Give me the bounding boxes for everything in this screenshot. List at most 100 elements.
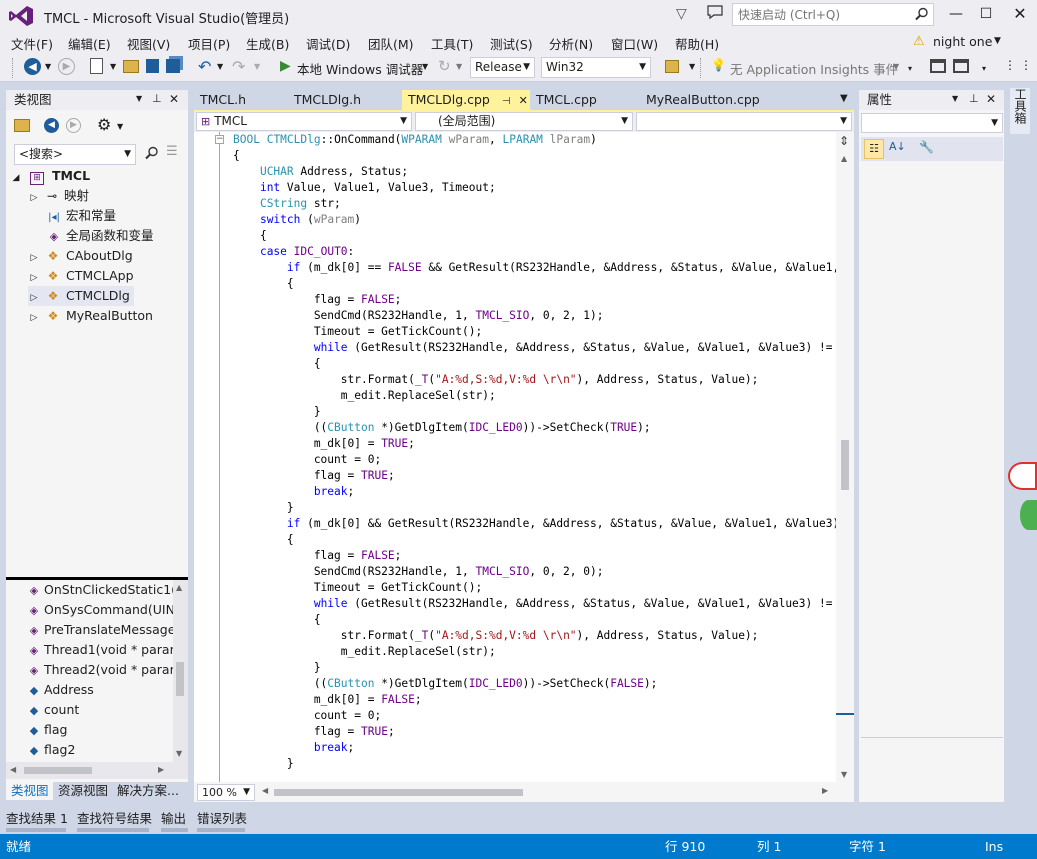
zoom-select[interactable]: 100 % ▼ xyxy=(197,784,255,801)
tab-class-view[interactable]: 类视图 xyxy=(6,782,53,800)
scroll-up-icon[interactable]: ▲ xyxy=(841,154,847,163)
code-editor[interactable]: − BOOL CTMCLDlg::OnCommand(WPARAM wParam… xyxy=(194,132,836,782)
undo-icon[interactable]: ↶ xyxy=(198,57,211,76)
floating-mascot-icon[interactable] xyxy=(1020,500,1037,530)
tab-tmcl-h[interactable]: TMCL.h xyxy=(194,90,288,110)
toolbar-overflow-icon[interactable]: ▾ xyxy=(908,64,912,73)
split-window-icon[interactable]: ⇕ xyxy=(839,134,849,148)
nav-scope-select[interactable]: (全局范围) ▼ xyxy=(415,112,633,131)
insights-label[interactable]: 无 Application Insights 事件 xyxy=(730,59,898,78)
tab-error-list[interactable]: 错误列表 xyxy=(197,808,247,827)
tab-find-results[interactable]: 查找结果 1 xyxy=(6,808,68,827)
tab-solution-explorer[interactable]: 解决方案... xyxy=(117,782,179,800)
menu-test[interactable]: 测试(S) xyxy=(490,34,533,53)
menu-help[interactable]: 帮助(H) xyxy=(675,34,719,53)
settings-dropdown-icon[interactable]: ▼ xyxy=(117,122,123,131)
quick-launch-box[interactable] xyxy=(732,3,934,26)
properties-object-select[interactable]: ▼ xyxy=(861,113,1003,133)
member-item[interactable]: ◆ count xyxy=(6,700,174,720)
menu-file[interactable]: 文件(F) xyxy=(11,34,53,53)
panel-dropdown-icon[interactable]: ▼ xyxy=(136,94,142,103)
class-view-folder-icon[interactable] xyxy=(14,119,30,132)
menu-tools[interactable]: 工具(T) xyxy=(431,34,473,53)
tree-item-maps[interactable]: ▷ ⊸ 映射 xyxy=(28,186,89,206)
editor-vscrollbar[interactable]: ⇕ ▲ ▼ xyxy=(836,132,854,782)
redo-icon[interactable]: ↷ xyxy=(232,57,245,76)
scroll-down-icon[interactable]: ▼ xyxy=(176,749,182,758)
nav-project-select[interactable]: ⊞ TMCL ▼ xyxy=(196,112,412,131)
undo-dropdown-icon[interactable]: ▼ xyxy=(217,62,223,71)
feedback-icon[interactable] xyxy=(707,5,723,24)
quick-launch-input[interactable] xyxy=(733,4,911,25)
toolbar-overflow-icon-2[interactable]: ▾ xyxy=(982,64,986,73)
account-name[interactable]: night one xyxy=(933,34,992,49)
editor-scroll-thumb[interactable] xyxy=(841,440,849,490)
hscroll-left-icon[interactable]: ◀ xyxy=(262,786,268,795)
toolbar-options-icon-2[interactable]: ⋮ xyxy=(1020,58,1032,72)
back-icon[interactable]: ◀ xyxy=(24,58,41,75)
panel-dropdown-icon[interactable]: ▼ xyxy=(952,94,958,103)
floating-widget-badge[interactable] xyxy=(1008,462,1037,490)
tree-item-ctmcldlg[interactable]: ▷ ❖ CTMCLDlg xyxy=(28,286,134,306)
redo-dropdown-icon[interactable]: ▼ xyxy=(254,62,260,71)
scroll-left-icon[interactable]: ◀ xyxy=(10,765,16,774)
debugger-label[interactable]: 本地 Windows 调试器 xyxy=(297,59,423,78)
start-debug-icon[interactable]: ▶ xyxy=(280,58,291,74)
platform-select[interactable]: Win32 ▼ xyxy=(541,57,651,78)
alphabetical-icon[interactable]: A↓ xyxy=(889,140,906,153)
panel-close-icon[interactable]: ✕ xyxy=(169,92,179,106)
members-vscrollbar[interactable]: ▲ ▼ xyxy=(173,580,188,762)
menu-debug[interactable]: 调试(D) xyxy=(306,34,350,53)
insights-dropdown-icon[interactable]: ▼ xyxy=(893,62,899,71)
member-item[interactable]: ◈ OnSysCommand(UIN xyxy=(6,600,174,620)
locals-window-icon[interactable] xyxy=(953,59,969,73)
class-back-icon[interactable]: ◀ xyxy=(44,118,59,133)
scroll-right-icon[interactable]: ▶ xyxy=(158,765,164,774)
class-forward-icon[interactable]: ▶ xyxy=(66,118,81,133)
search-options-icon[interactable]: ☰ xyxy=(166,144,178,159)
class-search-icon[interactable] xyxy=(145,146,159,160)
tab-tmcldlg-cpp[interactable]: TMCLDlg.cpp ⊣ ✕ xyxy=(402,90,530,110)
tree-item-myrealbutton[interactable]: ▷ ❖ MyRealButton xyxy=(28,306,153,326)
tab-overflow-icon[interactable]: ▼ xyxy=(840,93,848,104)
search-icon[interactable] xyxy=(915,7,929,21)
back-dropdown-icon[interactable]: ▼ xyxy=(45,62,51,71)
debugger-dropdown-icon[interactable]: ▼ xyxy=(422,62,428,71)
menu-team[interactable]: 团队(M) xyxy=(368,34,414,53)
scroll-up-icon[interactable]: ▲ xyxy=(176,583,182,592)
settings-gear-icon[interactable]: ⚙ xyxy=(97,115,111,134)
members-hscrollbar[interactable]: ◀ ▶ xyxy=(6,762,188,779)
tab-close-icon[interactable]: ✕ xyxy=(519,94,528,107)
find-in-files-icon[interactable] xyxy=(665,60,679,73)
solution-config-select[interactable]: Release ▼ xyxy=(470,57,535,78)
maximize-button[interactable]: ☐ xyxy=(972,2,1000,28)
tree-item-ctmclapp[interactable]: ▷ ❖ CTMCLApp xyxy=(28,266,134,286)
tab-resource-view[interactable]: 资源视图 xyxy=(58,782,108,800)
toolbar-options-icon[interactable]: ⋮ xyxy=(1004,58,1016,72)
tab-output[interactable]: 输出 xyxy=(161,808,186,827)
class-search-combo[interactable]: <搜索> ▼ xyxy=(14,144,136,165)
scroll-thumb[interactable] xyxy=(176,662,184,696)
member-item[interactable]: ◆ flag xyxy=(6,720,174,740)
tree-item-globals[interactable]: ◈ 全局函数和变量 xyxy=(46,226,154,246)
forward-icon[interactable]: ▶ xyxy=(58,58,75,75)
new-dropdown-icon[interactable]: ▼ xyxy=(110,62,116,71)
pin-icon[interactable]: ⊥ xyxy=(152,92,162,105)
save-all-icon[interactable] xyxy=(166,59,180,73)
open-folder-icon[interactable] xyxy=(123,60,139,73)
toolbox-side-tab[interactable]: 工具箱 xyxy=(1010,88,1030,134)
tree-item-macros[interactable]: |◂| 宏和常量 xyxy=(46,206,116,226)
toolbar-grip-2[interactable] xyxy=(700,58,704,78)
member-item[interactable]: ◆ flag2 xyxy=(6,740,174,760)
menu-build[interactable]: 生成(B) xyxy=(246,34,289,53)
toolbar-grip[interactable] xyxy=(12,58,16,78)
tab-tmcl-cpp[interactable]: TMCL.cpp xyxy=(530,90,640,110)
member-item[interactable]: ◈ OnStnClickedStatic1() xyxy=(6,580,174,600)
menu-analyze[interactable]: 分析(N) xyxy=(549,34,593,53)
collapse-outline-icon[interactable]: − xyxy=(215,135,224,144)
panel-close-icon[interactable]: ✕ xyxy=(986,92,996,106)
pin-icon[interactable]: ⊥ xyxy=(969,92,979,105)
property-pages-icon[interactable]: 🔧 xyxy=(919,140,934,154)
refresh-icon[interactable]: ↻ xyxy=(438,57,451,75)
member-item[interactable]: ◈ Thread1(void * param xyxy=(6,640,174,660)
